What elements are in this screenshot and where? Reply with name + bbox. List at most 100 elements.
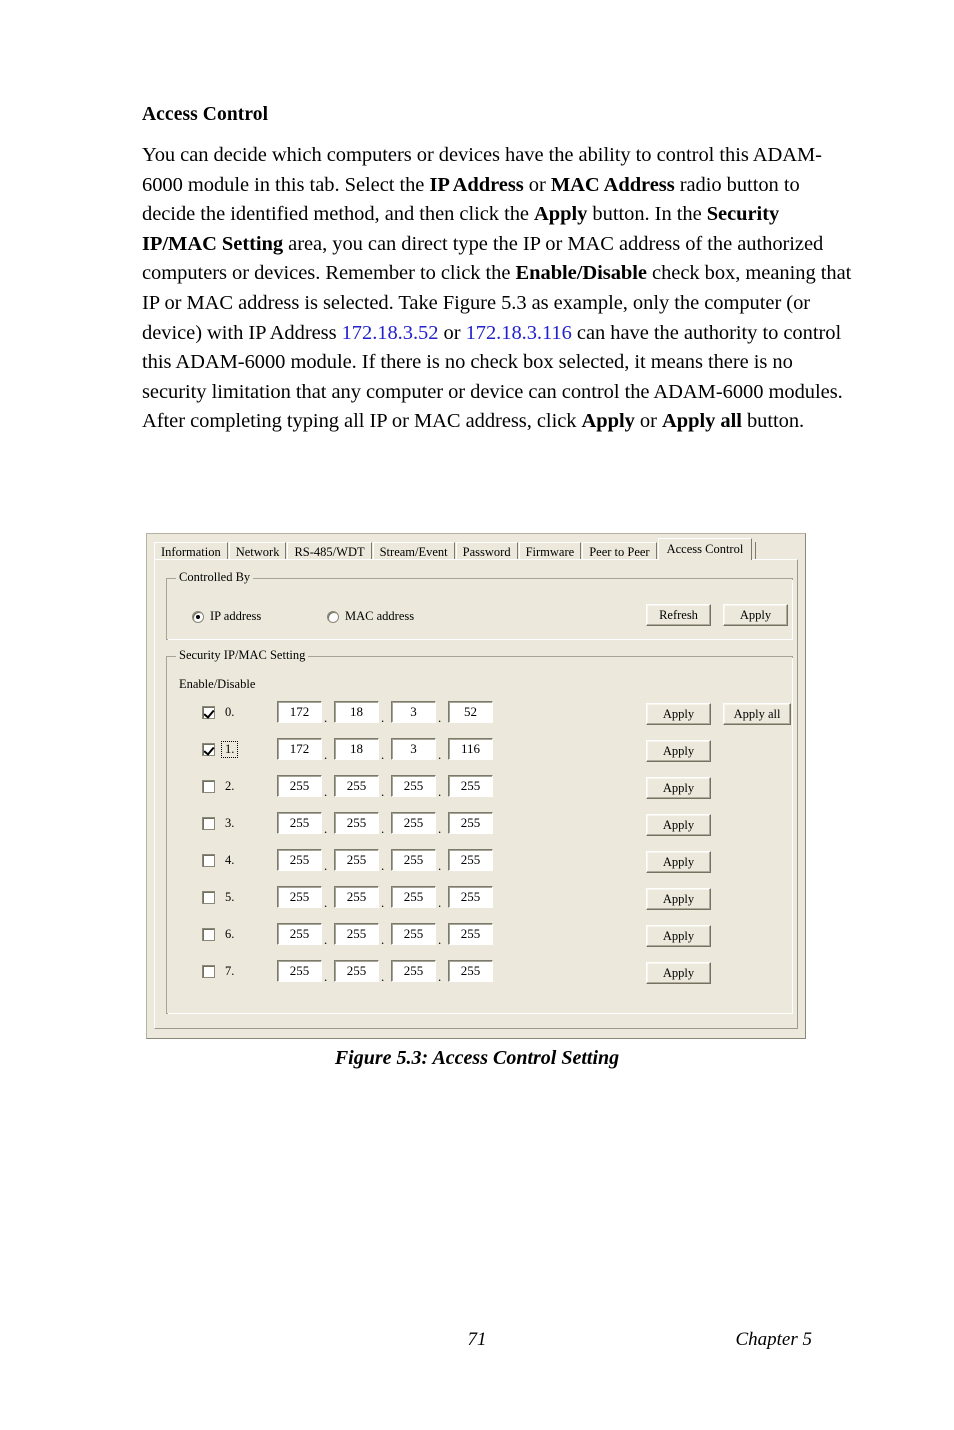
controlled-by-group: Controlled By IP address MAC address Ref… bbox=[166, 570, 793, 640]
ip-address-highlight: 172.18.3.116 bbox=[465, 321, 572, 344]
ip-octet-input-7-3[interactable]: 255 bbox=[448, 960, 493, 982]
octet-separator: . bbox=[324, 710, 328, 725]
ip-octet-input-6-0[interactable]: 255 bbox=[277, 923, 322, 945]
ip-octet-input-1-0[interactable]: 172 bbox=[277, 738, 322, 760]
ip-octet-input-6-2[interactable]: 255 bbox=[391, 923, 436, 945]
ip-octet-input-2-1[interactable]: 255 bbox=[334, 775, 379, 797]
octet-separator: . bbox=[438, 784, 442, 799]
tab-access-control[interactable]: Access Control bbox=[657, 538, 753, 560]
enable-checkbox-2[interactable]: 2. bbox=[202, 775, 237, 797]
row-apply-button-2[interactable]: Apply bbox=[646, 777, 711, 799]
ip-row: 3. 255. 255. 255. 255 Apply bbox=[167, 810, 792, 838]
enable-checkbox-5[interactable]: 5. bbox=[202, 886, 237, 908]
radio-selected-icon bbox=[192, 610, 204, 623]
radio-ip-address[interactable]: IP address bbox=[192, 609, 261, 624]
figure-caption: Figure 5.3: Access Control Setting bbox=[334, 1047, 620, 1069]
ip-octet-input-3-1[interactable]: 255 bbox=[334, 812, 379, 834]
ip-octet-input-0-2[interactable]: 3 bbox=[391, 701, 436, 723]
row-apply-button-4[interactable]: Apply bbox=[646, 851, 711, 873]
octet-separator: . bbox=[381, 784, 385, 799]
ip-octet-input-7-1[interactable]: 255 bbox=[334, 960, 379, 982]
octet-separator: . bbox=[438, 969, 442, 984]
row-apply-button-3[interactable]: Apply bbox=[646, 814, 711, 836]
row-apply-button-6[interactable]: Apply bbox=[646, 925, 711, 947]
row-index-label: 5. bbox=[225, 889, 235, 904]
enable-checkbox-7[interactable]: 7. bbox=[202, 960, 237, 982]
enable-checkbox-3[interactable]: 3. bbox=[202, 812, 237, 834]
tab-information[interactable]: Information bbox=[154, 542, 228, 560]
enable-checkbox-4[interactable]: 4. bbox=[202, 849, 237, 871]
ip-octet-input-4-0[interactable]: 255 bbox=[277, 849, 322, 871]
row-apply-button-1[interactable]: Apply bbox=[646, 740, 711, 762]
enable-disable-label: Enable/Disable bbox=[179, 677, 256, 691]
row-apply-button-5[interactable]: Apply bbox=[646, 888, 711, 910]
tab-firmware[interactable]: Firmware bbox=[518, 542, 582, 560]
ip-octet-input-5-1[interactable]: 255 bbox=[334, 886, 379, 908]
apply-all-button[interactable]: Apply all bbox=[723, 703, 791, 725]
ip-octet-input-3-2[interactable]: 255 bbox=[391, 812, 436, 834]
ip-octet-input-2-0[interactable]: 255 bbox=[277, 775, 322, 797]
enable-checkbox-6[interactable]: 6. bbox=[202, 923, 237, 945]
paragraph-run-16: or bbox=[634, 410, 662, 433]
ip-row: 1. 172. 18. 3. 116 Apply bbox=[167, 736, 792, 764]
ip-row: 7. 255. 255. 255. 255 Apply bbox=[167, 958, 792, 986]
tab-stream-event[interactable]: Stream/Event bbox=[372, 542, 455, 560]
tab-content-panel: Controlled By IP address MAC address Ref… bbox=[154, 559, 798, 1029]
octet-separator: . bbox=[324, 969, 328, 984]
figure-access-control-setting: Information Network RS-485/WDT Stream/Event… bbox=[146, 533, 808, 1041]
octet-separator: . bbox=[438, 710, 442, 725]
enable-checkbox-1[interactable]: 1. bbox=[202, 738, 239, 760]
row-apply-button-7[interactable]: Apply bbox=[646, 962, 711, 984]
ip-octet-input-0-1[interactable]: 18 bbox=[334, 701, 379, 723]
tab-peer-to-peer[interactable]: Peer to Peer bbox=[582, 542, 657, 560]
ip-octet-input-4-3[interactable]: 255 bbox=[448, 849, 493, 871]
ip-octet-input-3-3[interactable]: 255 bbox=[448, 812, 493, 834]
paragraph-run-5: Apply bbox=[534, 203, 588, 226]
row-index-label: 7. bbox=[225, 963, 235, 978]
tab-network[interactable]: Network bbox=[228, 542, 287, 560]
ip-octet-input-5-2[interactable]: 255 bbox=[391, 886, 436, 908]
paragraph-run-1: IP Address bbox=[429, 173, 524, 196]
octet-separator: . bbox=[381, 821, 385, 836]
row-apply-button-0[interactable]: Apply bbox=[646, 703, 711, 725]
ip-octet-input-1-3[interactable]: 116 bbox=[448, 738, 493, 760]
security-ip-mac-group: Security IP/MAC Setting Enable/Disable 0… bbox=[166, 648, 793, 1014]
ip-octet-input-5-3[interactable]: 255 bbox=[448, 886, 493, 908]
ip-octet-input-4-1[interactable]: 255 bbox=[334, 849, 379, 871]
ip-octet-input-6-1[interactable]: 255 bbox=[334, 923, 379, 945]
footer-chapter-label: Chapter 5 bbox=[735, 1329, 812, 1350]
checkbox-unchecked-icon bbox=[202, 964, 215, 978]
enable-checkbox-0[interactable]: 0. bbox=[202, 701, 237, 723]
row-index-label: 0. bbox=[225, 704, 235, 719]
checkbox-unchecked-icon bbox=[202, 853, 215, 867]
ip-octet-input-2-2[interactable]: 255 bbox=[391, 775, 436, 797]
tab-label: Stream/Event bbox=[379, 545, 448, 559]
ip-octet-input-3-0[interactable]: 255 bbox=[277, 812, 322, 834]
ip-octet-input-5-0[interactable]: 255 bbox=[277, 886, 322, 908]
ip-octet-input-7-2[interactable]: 255 bbox=[391, 960, 436, 982]
ip-octet-input-1-2[interactable]: 3 bbox=[391, 738, 436, 760]
ip-octet-input-7-0[interactable]: 255 bbox=[277, 960, 322, 982]
controlled-by-group-title: Controlled By bbox=[176, 570, 254, 584]
tab-password[interactable]: Password bbox=[455, 542, 518, 560]
tab-strip-endcap bbox=[755, 542, 757, 560]
octet-separator: . bbox=[381, 858, 385, 873]
checkbox-unchecked-icon bbox=[202, 927, 215, 941]
octet-separator: . bbox=[438, 747, 442, 762]
octet-separator: . bbox=[324, 747, 328, 762]
controlled-by-apply-button[interactable]: Apply bbox=[723, 604, 788, 626]
radio-mac-address[interactable]: MAC address bbox=[327, 609, 414, 624]
ip-octet-input-6-3[interactable]: 255 bbox=[448, 923, 493, 945]
row-index-label: 6. bbox=[225, 926, 235, 941]
ip-octet-input-2-3[interactable]: 255 bbox=[448, 775, 493, 797]
ip-octet-input-1-1[interactable]: 18 bbox=[334, 738, 379, 760]
ip-octet-input-0-3[interactable]: 52 bbox=[448, 701, 493, 723]
octet-separator: . bbox=[381, 747, 385, 762]
ip-octet-input-4-2[interactable]: 255 bbox=[391, 849, 436, 871]
refresh-button[interactable]: Refresh bbox=[646, 604, 711, 626]
tab-label: Network bbox=[235, 545, 280, 559]
octet-separator: . bbox=[381, 895, 385, 910]
ip-row: 0. 172. 18. 3. 52 Apply bbox=[167, 699, 792, 727]
ip-octet-input-0-0[interactable]: 172 bbox=[277, 701, 322, 723]
tab-rs-485-wdt[interactable]: RS-485/WDT bbox=[287, 542, 372, 560]
